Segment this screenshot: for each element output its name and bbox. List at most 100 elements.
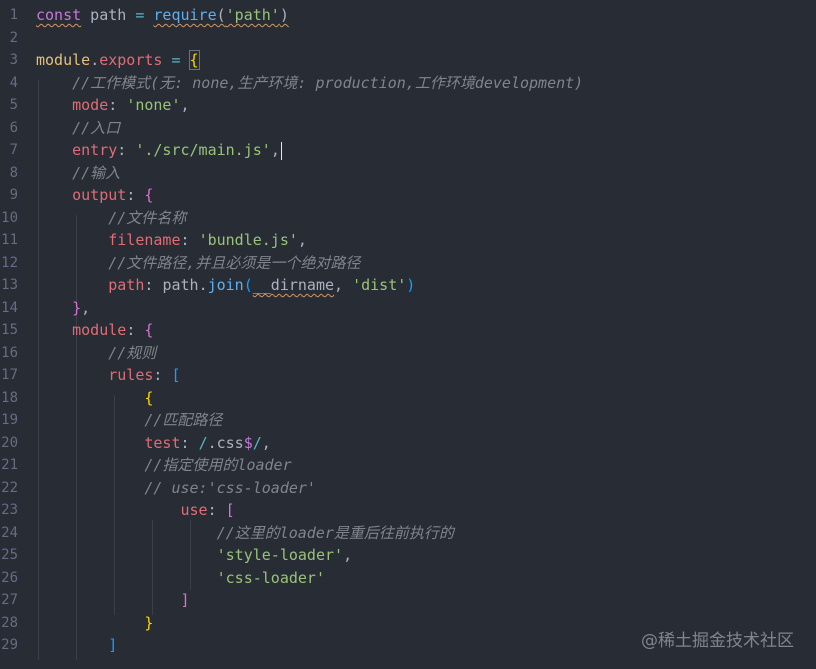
code-line[interactable]: 19 //匹配路径: [0, 409, 816, 432]
code-token: }: [72, 298, 82, 317]
code-token: =: [171, 51, 181, 69]
code-token: ,: [343, 546, 353, 564]
code-line[interactable]: 10 //文件名称: [0, 207, 816, 230]
code-token: (: [243, 276, 253, 294]
code-token: path: [108, 276, 145, 294]
code-text: {: [36, 387, 153, 410]
code-token: ]: [108, 636, 118, 654]
code-token: output: [72, 186, 127, 204]
code-token: 'none': [126, 96, 181, 114]
line-number: 15: [1, 322, 18, 338]
code-token: ,: [261, 433, 271, 452]
code-token: filename: [108, 231, 181, 249]
code-line[interactable]: 23 use: [: [0, 499, 816, 522]
code-token: //规则: [108, 343, 157, 362]
code-token: ,: [297, 231, 307, 249]
code-token: //指定使用的loader: [144, 456, 292, 474]
code-text: 'css-loader': [36, 567, 325, 590]
code-token: module: [36, 51, 91, 69]
code-token: .: [198, 276, 208, 294]
line-number: 4: [9, 74, 18, 91]
code-line[interactable]: 20 test: /.css$/,: [0, 432, 816, 455]
code-token: }: [144, 613, 154, 632]
line-number: 23: [1, 502, 18, 518]
line-number: 19: [1, 412, 18, 428]
code-line[interactable]: 8 //输入: [0, 162, 816, 185]
code-token: use: [180, 501, 208, 519]
line-number: 7: [9, 142, 18, 158]
code-token: (: [216, 6, 226, 24]
code-line[interactable]: 6 //入口: [0, 117, 816, 140]
code-token: //这里的loader是重后往前执行的: [216, 523, 454, 542]
code-token: './src/main.js': [135, 141, 271, 159]
code-token: rules: [108, 366, 154, 384]
line-number: 24: [1, 524, 18, 541]
code-token: .: [90, 51, 100, 69]
code-token: ]: [180, 591, 190, 609]
line-number: 17: [1, 367, 18, 383]
code-line[interactable]: 11 filename: 'bundle.js',: [0, 229, 816, 252]
code-token: :: [180, 231, 199, 249]
code-line[interactable]: 7 entry: './src/main.js',: [0, 139, 816, 162]
code-line[interactable]: 1 const path = require('path'): [0, 4, 816, 27]
line-number: 11: [1, 232, 18, 248]
code-text: //匹配路径: [36, 409, 222, 432]
code-line[interactable]: 4 //工作模式(无: none,生产环境: production,工作环境de…: [0, 72, 816, 95]
line-number: 6: [9, 119, 18, 136]
code-token: [: [171, 366, 181, 384]
line-number: 10: [1, 209, 18, 226]
code-line[interactable]: 5 mode: 'none',: [0, 94, 816, 117]
code-line[interactable]: 25 'style-loader',: [0, 544, 816, 567]
code-text: //输入: [36, 162, 120, 185]
code-token: test: [144, 433, 181, 452]
line-number: 8: [9, 164, 18, 181]
code-text: // use:'css-loader': [36, 477, 316, 500]
code-line[interactable]: 21 //指定使用的loader: [0, 454, 816, 477]
code-token: __dirname: [252, 276, 335, 294]
code-token: {: [144, 186, 154, 204]
code-line[interactable]: 16 //规则: [0, 342, 816, 365]
code-token: path: [162, 276, 199, 294]
line-number: 14: [1, 299, 18, 316]
code-line[interactable]: 26 'css-loader': [0, 567, 816, 590]
code-line[interactable]: 9 output: {: [0, 184, 816, 207]
text-cursor: [280, 141, 282, 160]
code-line[interactable]: 24 //这里的loader是重后往前执行的: [0, 522, 816, 545]
code-token: :: [207, 501, 226, 519]
code-line[interactable]: 12 //文件路径,并且必须是一个绝对路径: [0, 252, 816, 275]
code-token: module: [72, 321, 127, 339]
code-text: //这里的loader是重后往前执行的: [36, 522, 454, 545]
code-line[interactable]: 15 module: {: [0, 319, 816, 342]
code-token: 'css-loader': [216, 568, 325, 587]
code-line[interactable]: 2: [0, 27, 816, 50]
code-line[interactable]: 14 },: [0, 297, 816, 320]
code-line[interactable]: 22 // use:'css-loader': [0, 477, 816, 500]
code-token: ,: [180, 96, 190, 114]
code-line[interactable]: 17 rules: [: [0, 364, 816, 387]
code-line[interactable]: 27 ]: [0, 589, 816, 612]
line-number: 9: [9, 187, 18, 203]
code-token: :: [108, 96, 127, 114]
code-line[interactable]: 13 path: path.join(__dirname, 'dist'): [0, 274, 816, 297]
code-editor[interactable]: 1 const path = require('path') 2 3 module.ex…: [0, 0, 816, 669]
code-token: :: [126, 186, 145, 204]
code-line[interactable]: 3 module.exports = {: [0, 49, 816, 72]
code-token: // use:'css-loader': [144, 478, 316, 497]
code-line[interactable]: 18 {: [0, 387, 816, 410]
code-text: output: {: [36, 184, 153, 207]
line-number: 1: [9, 7, 18, 23]
code-text: path: path.join(__dirname, 'dist'): [36, 274, 415, 297]
